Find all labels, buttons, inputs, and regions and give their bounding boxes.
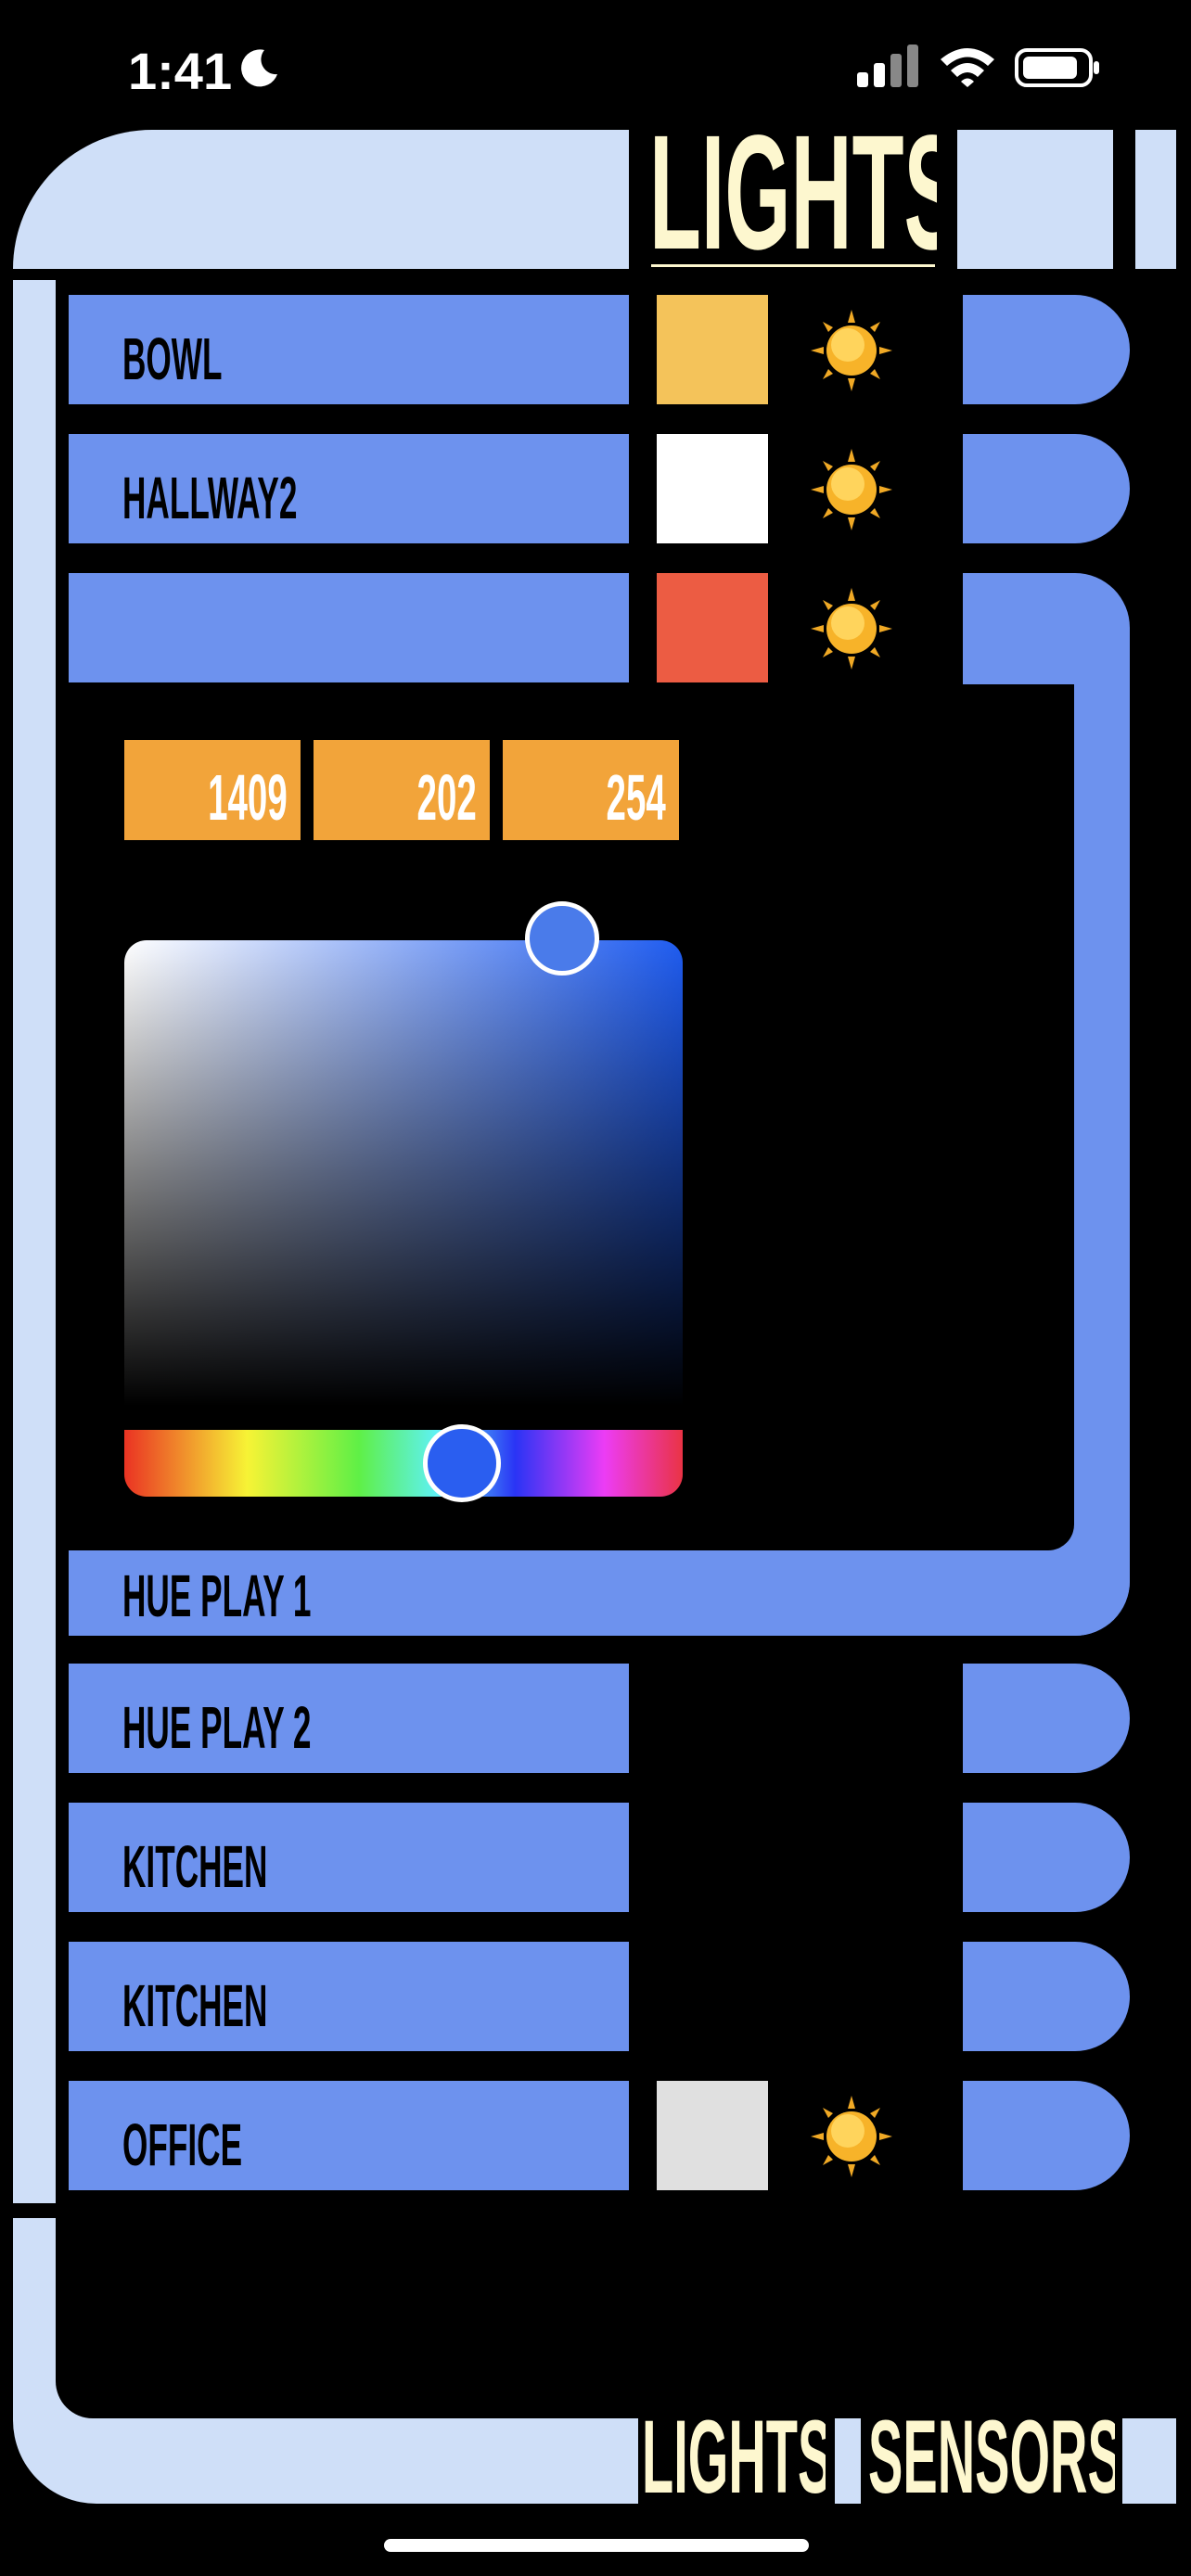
header-title: LIGHTS bbox=[649, 121, 937, 269]
light-row-bowl[interactable]: BOWL bbox=[69, 295, 629, 404]
light-name: HALLWAY2 bbox=[122, 465, 298, 531]
status-bar: 1:41 bbox=[0, 0, 1191, 130]
sun-icon bbox=[811, 310, 892, 391]
saturation-handle[interactable] bbox=[525, 901, 599, 976]
light-row-end-cap[interactable] bbox=[963, 1942, 1130, 2051]
signal-icon bbox=[857, 45, 918, 87]
light-toggle[interactable] bbox=[811, 449, 892, 535]
light-row-hue-play-1[interactable]: HUE PLAY 1 bbox=[69, 1550, 1130, 1636]
nav-sensors-label: SENSORS bbox=[868, 2418, 1115, 2504]
light-row-expanded[interactable] bbox=[69, 573, 629, 682]
hue-handle[interactable] bbox=[423, 1424, 501, 1502]
color-value-box[interactable]: 202 bbox=[314, 740, 490, 840]
light-row-end-cap[interactable] bbox=[963, 2081, 1130, 2190]
nav-lights-label: LIGHTS bbox=[642, 2418, 826, 2504]
header-title-underline bbox=[651, 264, 935, 267]
nav-lights-button[interactable]: LIGHTS bbox=[642, 2418, 826, 2504]
light-row-end-cap[interactable] bbox=[963, 1803, 1130, 1912]
light-name: KITCHEN bbox=[122, 1833, 268, 1900]
color-value-box[interactable]: 1409 bbox=[124, 740, 301, 840]
top-left-elbow bbox=[13, 130, 629, 269]
light-row-kitchen[interactable]: KITCHEN bbox=[69, 1942, 629, 2051]
nav-end-cap bbox=[1122, 2418, 1176, 2504]
light-name: KITCHEN bbox=[122, 1972, 268, 2039]
light-row-end-cap[interactable] bbox=[963, 434, 1130, 543]
light-name: HUE PLAY 1 bbox=[122, 1562, 312, 1629]
light-row-hue-play-2[interactable]: HUE PLAY 2 bbox=[69, 1664, 629, 1773]
nav-divider bbox=[835, 2418, 861, 2504]
light-toggle[interactable] bbox=[811, 2096, 892, 2182]
bottom-elbow-inner bbox=[56, 2218, 638, 2418]
light-row-end-cap[interactable] bbox=[963, 1664, 1130, 1773]
sun-icon bbox=[811, 2096, 892, 2177]
light-color-swatch[interactable] bbox=[657, 2081, 768, 2190]
light-color-swatch[interactable] bbox=[657, 295, 768, 404]
light-toggle[interactable] bbox=[811, 588, 892, 674]
light-name: BOWL bbox=[122, 325, 223, 392]
battery-icon bbox=[1015, 48, 1099, 87]
light-name: HUE PLAY 2 bbox=[122, 1694, 312, 1761]
status-time: 1:41 bbox=[128, 42, 233, 100]
left-rail-upper bbox=[13, 280, 56, 2203]
sun-icon bbox=[811, 588, 892, 670]
hue-slider[interactable] bbox=[124, 1430, 683, 1497]
light-row-office[interactable]: OFFICE bbox=[69, 2081, 629, 2190]
light-row-end-cap[interactable] bbox=[963, 295, 1130, 404]
saturation-brightness-field[interactable] bbox=[124, 940, 683, 1406]
header-block-2 bbox=[1135, 130, 1176, 269]
light-row-hallway2[interactable]: HALLWAY2 bbox=[69, 434, 629, 543]
light-color-swatch[interactable] bbox=[657, 434, 768, 543]
nav-sensors-button[interactable]: SENSORS bbox=[868, 2418, 1115, 2504]
light-name: OFFICE bbox=[122, 2111, 243, 2178]
light-row-kitchen[interactable]: KITCHEN bbox=[69, 1803, 629, 1912]
color-value-box[interactable]: 254 bbox=[503, 740, 679, 840]
light-toggle[interactable] bbox=[811, 310, 892, 396]
moon-icon bbox=[241, 49, 277, 87]
wifi-icon bbox=[941, 48, 994, 87]
home-indicator[interactable] bbox=[384, 2539, 809, 2552]
light-color-swatch[interactable] bbox=[657, 573, 768, 682]
header-block-1 bbox=[957, 130, 1113, 269]
sun-icon bbox=[811, 449, 892, 530]
